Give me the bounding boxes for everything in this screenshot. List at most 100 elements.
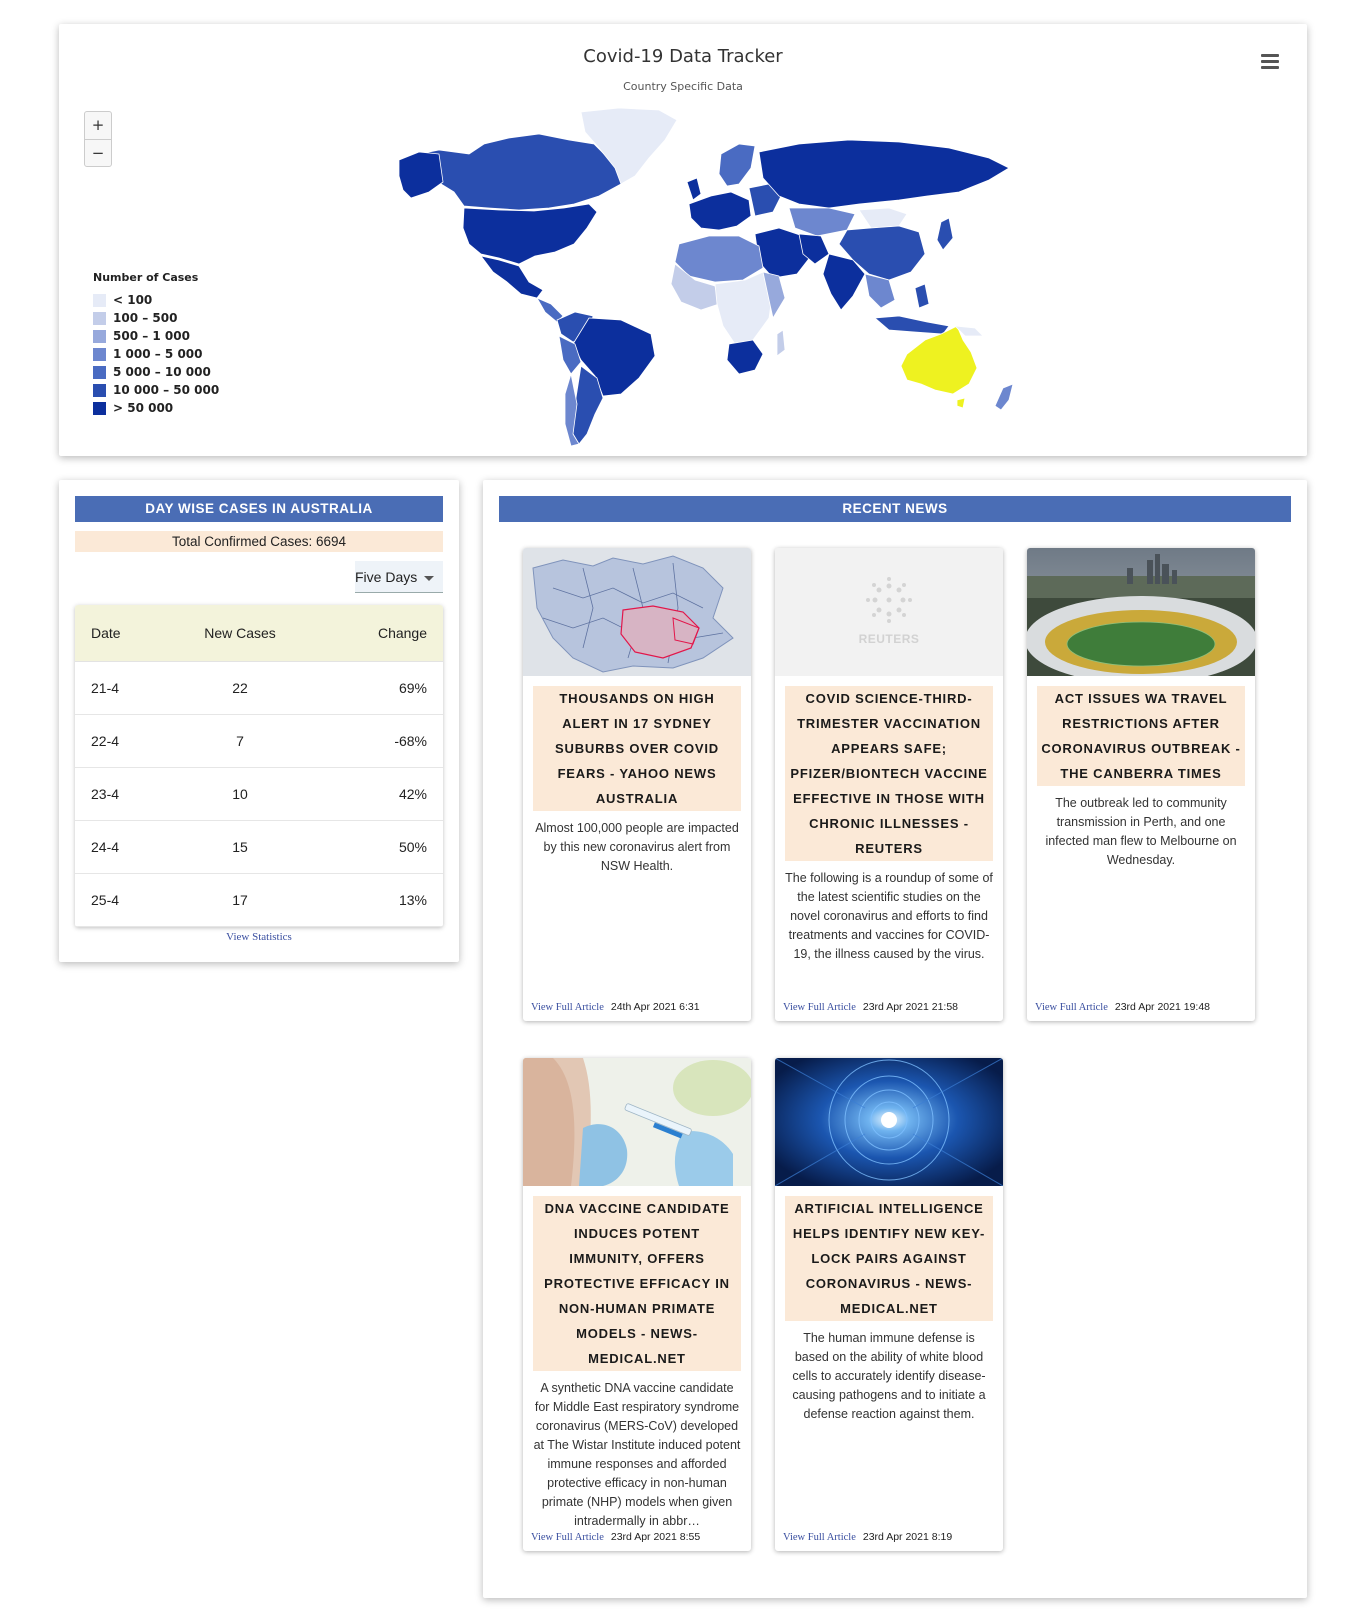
- news-item: REUTERS COVID SCIENCE-THIRD-TRIMESTER VA…: [775, 548, 1003, 1021]
- news-image-perth-stadium[interactable]: [1027, 548, 1255, 676]
- legend-swatch: [93, 401, 106, 415]
- legend-item[interactable]: 5 000 – 10 000: [93, 363, 219, 381]
- table-row: 24-4 15 50%: [75, 821, 443, 874]
- zoom-out-button[interactable]: −: [85, 139, 111, 166]
- legend-item[interactable]: 500 – 1 000: [93, 327, 219, 345]
- view-statistics-link[interactable]: View Statistics: [59, 931, 459, 943]
- zoom-controls: + −: [84, 111, 112, 167]
- news-title: ACT ISSUES WA TRAVEL RESTRICTIONS AFTER …: [1037, 686, 1245, 786]
- cell-change: 13%: [398, 892, 427, 908]
- country-mongolia[interactable]: [858, 207, 908, 229]
- cell-date: 24-4: [91, 839, 120, 855]
- period-select-value: Five Days: [355, 569, 418, 585]
- daywise-card: DAY WISE CASES IN AUSTRALIA Total Confir…: [59, 480, 459, 962]
- cell-date: 25-4: [91, 892, 120, 908]
- news-footer: View Full Article 23rd Apr 2021 19:48: [1035, 1001, 1210, 1013]
- view-full-article-link[interactable]: View Full Article: [531, 1002, 604, 1013]
- country-alaska[interactable]: [398, 151, 444, 199]
- news-item: DNA VACCINE CANDIDATE INDUCES POTENT IMM…: [523, 1058, 751, 1551]
- cell-new-cases: 7: [236, 733, 244, 749]
- news-title: COVID SCIENCE-THIRD-TRIMESTER VACCINATIO…: [785, 686, 993, 861]
- legend-label: < 100: [113, 293, 153, 307]
- legend-item[interactable]: 1 000 – 5 000: [93, 345, 219, 363]
- country-philippines[interactable]: [914, 283, 930, 309]
- view-full-article-link[interactable]: View Full Article: [783, 1002, 856, 1013]
- period-select[interactable]: Five Days: [355, 561, 443, 593]
- country-kazakhstan[interactable]: [788, 207, 856, 237]
- legend-item[interactable]: 10 000 – 50 000: [93, 381, 219, 399]
- hamburger-icon[interactable]: [1261, 54, 1279, 70]
- news-footer: View Full Article 24th Apr 2021 6:31: [531, 1001, 700, 1013]
- news-footer: View Full Article 23rd Apr 2021 8:19: [783, 1531, 952, 1543]
- country-south-africa[interactable]: [726, 339, 764, 375]
- country-japan[interactable]: [936, 217, 954, 251]
- legend-item[interactable]: > 50 000: [93, 399, 219, 417]
- news-date: 23rd Apr 2021 8:55: [610, 1531, 701, 1543]
- news-image-reuters-logo[interactable]: REUTERS: [775, 548, 1003, 676]
- table-row: 25-4 17 13%: [75, 874, 443, 927]
- legend-swatch: [93, 365, 106, 379]
- map-card: Covid-19 Data Tracker Country Specific D…: [59, 24, 1307, 456]
- news-image-sydney-map[interactable]: [523, 548, 751, 676]
- cell-change: 50%: [398, 839, 427, 855]
- news-title: DNA VACCINE CANDIDATE INDUCES POTENT IMM…: [533, 1196, 741, 1371]
- legend-label: 10 000 – 50 000: [113, 383, 220, 397]
- news-description: A synthetic DNA vaccine candidate for Mi…: [533, 1381, 741, 1528]
- chevron-down-icon: [424, 575, 435, 581]
- legend-item[interactable]: < 100: [93, 291, 219, 309]
- table-header: Date New Cases Change: [75, 605, 443, 662]
- news-footer: View Full Article 23rd Apr 2021 21:58: [783, 1001, 958, 1013]
- cell-date: 23-4: [91, 786, 120, 802]
- news-date: 23rd Apr 2021 21:58: [862, 1001, 959, 1013]
- legend-label: 5 000 – 10 000: [113, 365, 211, 379]
- cell-date: 21-4: [91, 680, 120, 696]
- legend-title: Number of Cases: [93, 271, 199, 284]
- country-central-africa[interactable]: [714, 271, 774, 345]
- country-russia[interactable]: [758, 139, 1010, 209]
- country-usa[interactable]: [462, 203, 598, 265]
- country-scandinavia[interactable]: [718, 143, 756, 187]
- map-legend: Number of Cases < 100 100 – 500 500 – 1 …: [93, 271, 219, 417]
- news-date: 23rd Apr 2021 19:48: [1114, 1001, 1211, 1013]
- legend-label: 1 000 – 5 000: [113, 347, 203, 361]
- view-full-article-link[interactable]: View Full Article: [1035, 1002, 1108, 1013]
- column-header-change: Change: [377, 625, 427, 641]
- country-central-america[interactable]: [536, 297, 564, 323]
- legend-label: > 50 000: [113, 401, 174, 415]
- country-madagascar[interactable]: [776, 329, 786, 357]
- news-description: The outbreak led to community transmissi…: [1045, 796, 1237, 867]
- column-header-date: Date: [91, 625, 121, 641]
- news-item: THOUSANDS ON HIGH ALERT IN 17 SYDNEY SUB…: [523, 548, 751, 1021]
- news-header: RECENT NEWS: [499, 496, 1291, 522]
- total-confirmed: Total Confirmed Cases: 6694: [75, 531, 443, 552]
- country-new-zealand[interactable]: [994, 383, 1014, 411]
- legend-label: 500 – 1 000: [113, 329, 190, 343]
- cell-date: 22-4: [91, 733, 120, 749]
- table-row: 23-4 10 42%: [75, 768, 443, 821]
- table-row: 21-4 22 69%: [75, 662, 443, 715]
- legend-swatch: [93, 383, 106, 397]
- country-uk[interactable]: [686, 177, 702, 201]
- news-item: ACT ISSUES WA TRAVEL RESTRICTIONS AFTER …: [1027, 548, 1255, 1021]
- legend-swatch: [93, 347, 106, 361]
- news-image-ai-tunnel[interactable]: [775, 1058, 1003, 1186]
- country-indonesia[interactable]: [874, 315, 950, 335]
- cell-change: 42%: [398, 786, 427, 802]
- view-full-article-link[interactable]: View Full Article: [531, 1532, 604, 1543]
- world-map[interactable]: [359, 104, 1039, 454]
- legend-swatch: [93, 329, 106, 343]
- news-description: The human immune defense is based on the…: [792, 1331, 986, 1421]
- legend-item[interactable]: 100 – 500: [93, 309, 219, 327]
- reuters-logo-text: REUTERS: [858, 632, 920, 646]
- map-title: Covid-19 Data Tracker: [583, 46, 783, 67]
- zoom-in-button[interactable]: +: [85, 112, 111, 139]
- legend-swatch: [93, 311, 106, 325]
- news-date: 23rd Apr 2021 8:19: [862, 1531, 953, 1543]
- legend-swatch: [93, 293, 106, 307]
- view-full-article-link[interactable]: View Full Article: [783, 1532, 856, 1543]
- country-tasmania[interactable]: [956, 397, 966, 409]
- news-item: ARTIFICIAL INTELLIGENCE HELPS IDENTIFY N…: [775, 1058, 1003, 1551]
- country-western-europe[interactable]: [688, 191, 752, 231]
- map-subtitle: Country Specific Data: [623, 80, 743, 93]
- news-image-vaccine-injection[interactable]: [523, 1058, 751, 1186]
